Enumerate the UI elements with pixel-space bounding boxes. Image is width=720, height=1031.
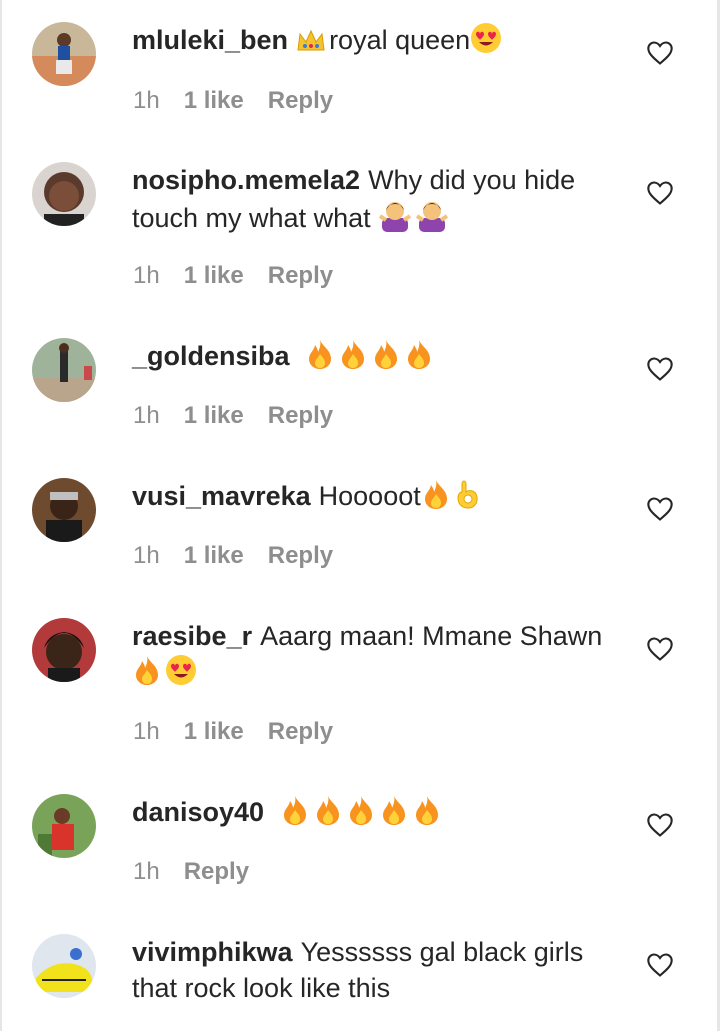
- crown-emoji: [296, 27, 326, 63]
- comment-text: mluleki_ben royal queen: [132, 22, 622, 63]
- username[interactable]: vivimphikwa: [132, 937, 293, 967]
- fire-emoji: [404, 338, 434, 379]
- fire-emoji: [338, 338, 368, 379]
- avatar[interactable]: [32, 338, 96, 402]
- fire-emoji: [371, 338, 401, 379]
- username[interactable]: raesibe_r: [132, 621, 252, 651]
- frame-left-edge: [0, 0, 2, 1031]
- heart-eyes-emoji: [165, 654, 197, 695]
- fire-emoji: [412, 794, 442, 835]
- avatar[interactable]: [32, 934, 96, 998]
- likes-count[interactable]: 1 like: [184, 542, 244, 569]
- heart-outline-icon[interactable]: [646, 635, 674, 663]
- comment-text: _goldensiba: [132, 338, 622, 379]
- heart-outline-icon[interactable]: [646, 355, 674, 383]
- fire-emoji: [346, 794, 376, 835]
- fire-emoji: [313, 794, 343, 835]
- likes-count[interactable]: 1 like: [184, 262, 244, 289]
- username[interactable]: mluleki_ben: [132, 25, 288, 55]
- comment-body: Aaarg maan! Mmane Shawn: [260, 621, 603, 651]
- heart-outline-icon[interactable]: [646, 811, 674, 839]
- avatar[interactable]: [32, 478, 96, 542]
- timestamp: 1h: [133, 718, 160, 745]
- avatar[interactable]: [32, 162, 96, 226]
- timestamp: 1h: [133, 402, 160, 429]
- ok-hand-emoji: [454, 478, 482, 519]
- timestamp: 1h: [133, 542, 160, 569]
- shrug-emoji: [378, 198, 412, 241]
- username[interactable]: vusi_mavreka: [132, 481, 311, 511]
- heart-outline-icon[interactable]: [646, 951, 674, 979]
- fire-emoji: [132, 654, 162, 695]
- heart-outline-icon[interactable]: [646, 495, 674, 523]
- comment-meta: 1h 1 like Reply: [133, 86, 333, 116]
- heart-outline-icon[interactable]: [646, 39, 674, 67]
- heart-outline-icon[interactable]: [646, 179, 674, 207]
- comment-text: vivimphikwa Yessssss gal black girls that…: [132, 934, 622, 1006]
- comment-text: raesibe_r Aaarg maan! Mmane Shawn: [132, 618, 622, 695]
- reply-button[interactable]: Reply: [268, 87, 333, 114]
- comment-body: royal queen: [329, 25, 471, 55]
- comment-meta: 1h Reply: [133, 857, 249, 887]
- username[interactable]: nosipho.memela2: [132, 165, 360, 195]
- timestamp: 1h: [133, 87, 160, 114]
- username[interactable]: danisoy40: [132, 797, 264, 827]
- avatar[interactable]: [32, 794, 96, 858]
- reply-button[interactable]: Reply: [184, 858, 249, 885]
- likes-count[interactable]: 1 like: [184, 402, 244, 429]
- fire-emoji: [379, 794, 409, 835]
- fire-emoji: [305, 338, 335, 379]
- comment-body: Hooooot: [318, 481, 421, 511]
- fire-emoji: [280, 794, 310, 835]
- shrug-emoji: [415, 198, 449, 241]
- comment-text: vusi_mavreka Hooooot: [132, 478, 622, 519]
- comment-text: danisoy40: [132, 794, 622, 835]
- reply-button[interactable]: Reply: [268, 262, 333, 289]
- comment-text: nosipho.memela2 Why did you hide touch my…: [132, 162, 622, 241]
- comment-meta: 1h 1 like Reply: [133, 541, 333, 571]
- avatar[interactable]: [32, 22, 96, 86]
- reply-button[interactable]: Reply: [268, 718, 333, 745]
- heart-eyes-emoji: [470, 22, 502, 63]
- timestamp: 1h: [133, 858, 160, 885]
- reply-button[interactable]: Reply: [268, 542, 333, 569]
- comment-meta: 1h 1 like Reply: [133, 261, 333, 291]
- reply-button[interactable]: Reply: [268, 402, 333, 429]
- avatar[interactable]: [32, 618, 96, 682]
- fire-emoji: [421, 478, 451, 519]
- likes-count[interactable]: 1 like: [184, 718, 244, 745]
- username[interactable]: _goldensiba: [132, 341, 290, 371]
- likes-count[interactable]: 1 like: [184, 87, 244, 114]
- comment-meta: 1h 1 like Reply: [133, 717, 333, 747]
- comment-meta: 1h 1 like Reply: [133, 401, 333, 431]
- timestamp: 1h: [133, 262, 160, 289]
